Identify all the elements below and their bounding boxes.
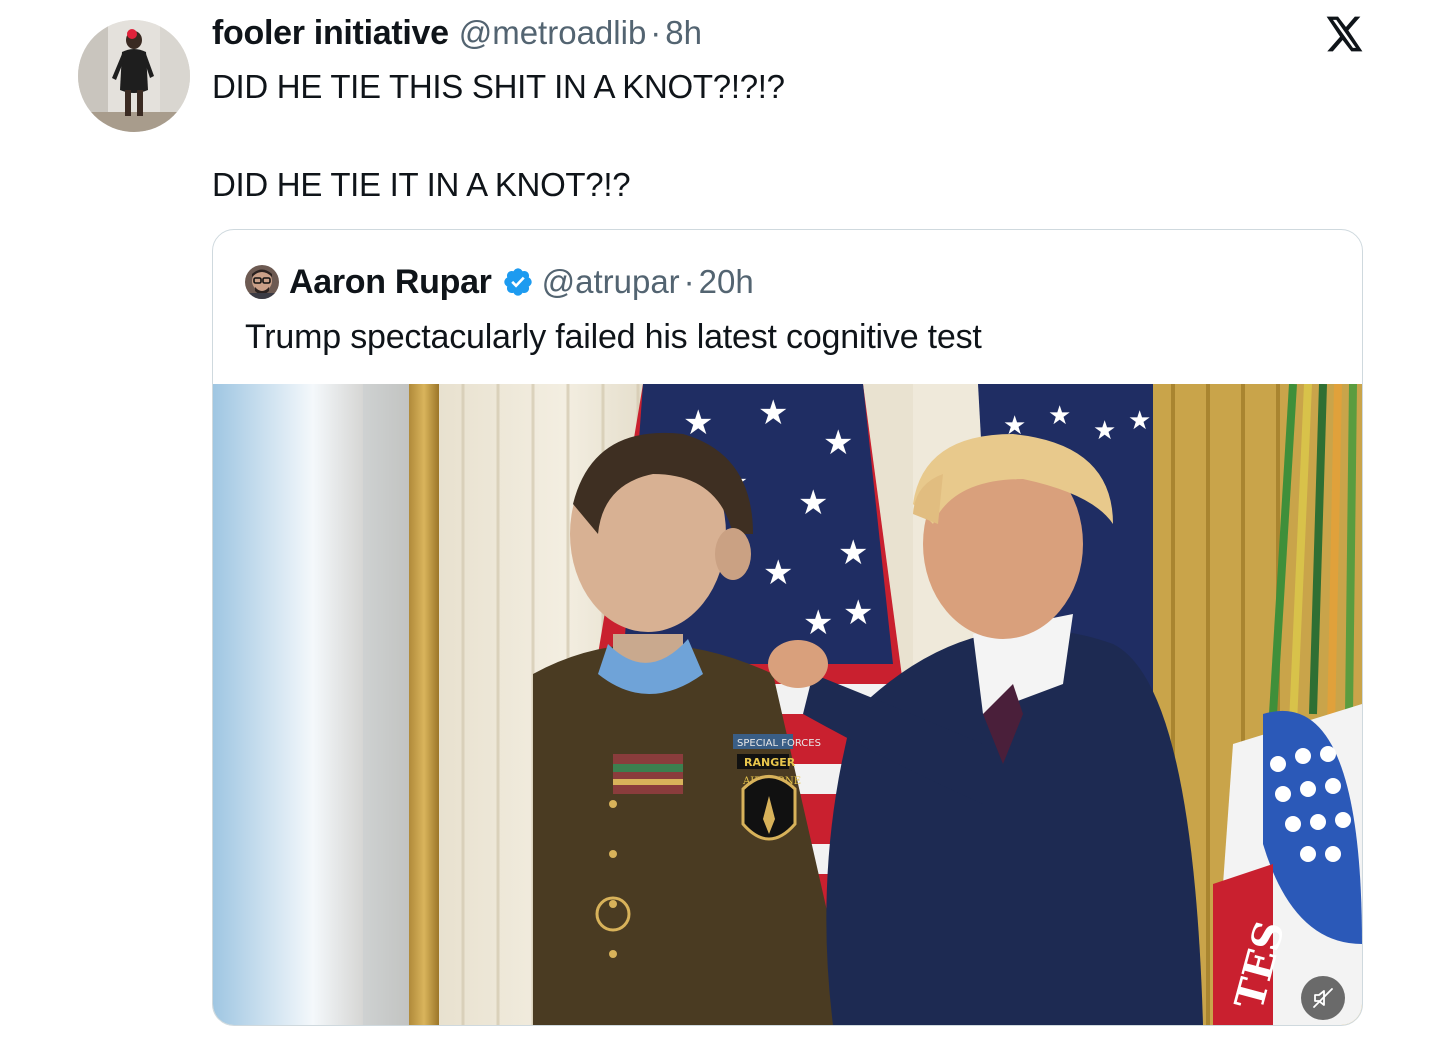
quoted-tweet-text: Trump spectacularly failed his latest co… [245,318,982,356]
verified-badge-icon [503,268,532,296]
patch-text-special-forces: SPECIAL FORCES [737,738,821,749]
svg-text:★: ★ [823,423,853,463]
quoted-separator-dot: · [683,263,695,300]
tweet-header: fooler initiative @metroadlib · 8h [212,14,702,58]
separator-dot: · [650,14,662,51]
svg-text:★: ★ [1128,406,1151,436]
video-frame: ★ ★ ★ ★ ★ ★ ★ ★ ★ ★ ★ ★ ★ ★ [213,384,1362,1025]
svg-text:★: ★ [798,483,828,523]
volume-muted-icon [1313,988,1333,1008]
x-logo-icon [1326,16,1364,52]
author-display-name[interactable]: fooler initiative [212,14,449,53]
patch-text-ranger: RANGER [744,756,796,769]
quoted-tweet-video[interactable]: ★ ★ ★ ★ ★ ★ ★ ★ ★ ★ ★ ★ ★ ★ [213,384,1362,1025]
profile-photo-icon [78,20,190,132]
svg-text:★: ★ [838,533,868,573]
author-handle[interactable]: @metroadlib [459,14,647,52]
quoted-tweet-header: Aaron Rupar @atrupar · 20h [245,260,754,304]
author-avatar[interactable] [78,20,190,132]
mute-toggle-button[interactable] [1301,976,1345,1020]
tweet-timestamp[interactable]: 8h [665,14,702,52]
quoted-tweet-timestamp[interactable]: 20h [699,263,754,301]
svg-text:★: ★ [1048,401,1071,431]
quoted-author-handle[interactable]: @atrupar [542,263,680,301]
quoted-tweet-card[interactable]: Aaron Rupar @atrupar · 20h Trump spectac… [212,229,1363,1026]
svg-text:★: ★ [843,593,873,633]
quoted-author-display-name[interactable]: Aaron Rupar [289,263,492,302]
tweet-text-line-1: DID HE TIE THIS SHIT IN A KNOT?!?!? [212,68,785,105]
quoted-author-avatar[interactable] [245,265,279,299]
tweet-text-line-2: DID HE TIE IT IN A KNOT?!? [212,166,631,203]
svg-text:★: ★ [763,553,793,593]
svg-text:★: ★ [758,393,788,433]
svg-text:★: ★ [1093,416,1116,446]
quoted-profile-photo-icon [245,265,279,299]
svg-text:★: ★ [803,603,833,643]
